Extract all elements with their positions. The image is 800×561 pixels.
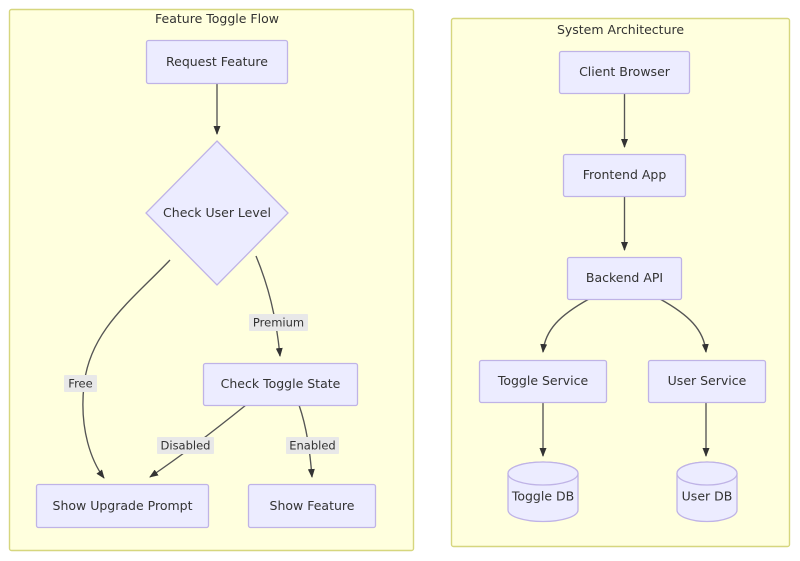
node-user-service-label: User Service xyxy=(668,373,747,388)
node-client-browser[interactable]: Client Browser xyxy=(558,50,691,95)
node-backend-api[interactable]: Backend API xyxy=(566,256,683,301)
node-frontend-app[interactable]: Frontend App xyxy=(562,153,687,198)
edge-label-enabled: Enabled xyxy=(286,437,339,454)
node-toggle-service-label: Toggle Service xyxy=(497,373,589,388)
node-toggle-service[interactable]: Toggle Service xyxy=(478,359,608,404)
edge-label-disabled-text: Disabled xyxy=(161,439,211,453)
edge-label-free: Free xyxy=(64,375,97,392)
node-user-db[interactable]: User DB xyxy=(676,461,738,523)
node-user-service[interactable]: User Service xyxy=(647,359,767,404)
node-show-upgrade-prompt[interactable]: Show Upgrade Prompt xyxy=(35,483,210,529)
node-check-user-level-label: Check User Level xyxy=(163,205,271,220)
node-show-feature[interactable]: Show Feature xyxy=(247,483,377,529)
node-check-toggle-state-label: Check Toggle State xyxy=(221,376,341,391)
edge-label-enabled-text: Enabled xyxy=(289,439,335,453)
edge-label-premium: Premium xyxy=(249,314,308,331)
node-show-feature-label: Show Feature xyxy=(270,498,355,513)
edge-label-disabled: Disabled xyxy=(157,437,214,454)
node-backend-api-label: Backend API xyxy=(586,270,663,285)
subgraph-system-architecture[interactable]: System Architecture Client Browser Front… xyxy=(450,17,791,548)
node-frontend-app-label: Frontend App xyxy=(583,167,667,182)
edge-label-free-text: Free xyxy=(68,377,92,391)
node-client-browser-label: Client Browser xyxy=(579,64,671,79)
edge-label-premium-text: Premium xyxy=(253,316,304,330)
subgraph-feature-toggle-flow-title: Feature Toggle Flow xyxy=(155,11,279,26)
node-toggle-db-top xyxy=(507,461,579,486)
subgraph-system-architecture-title: System Architecture xyxy=(557,22,684,37)
node-request-feature-label: Request Feature xyxy=(166,54,268,69)
node-toggle-db-label: Toggle DB xyxy=(511,489,574,504)
node-user-db-top xyxy=(676,461,738,486)
subgraph-feature-toggle-flow[interactable]: Feature Toggle Flow Request Feature Chec… xyxy=(8,8,415,552)
node-request-feature[interactable]: Request Feature xyxy=(145,39,289,85)
node-check-toggle-state[interactable]: Check Toggle State xyxy=(202,362,359,407)
node-show-upgrade-prompt-label: Show Upgrade Prompt xyxy=(53,498,193,513)
node-user-db-label: User DB xyxy=(682,489,733,504)
node-toggle-db[interactable]: Toggle DB xyxy=(507,461,579,523)
diagram-root: Feature Toggle Flow Request Feature Chec… xyxy=(0,0,800,561)
